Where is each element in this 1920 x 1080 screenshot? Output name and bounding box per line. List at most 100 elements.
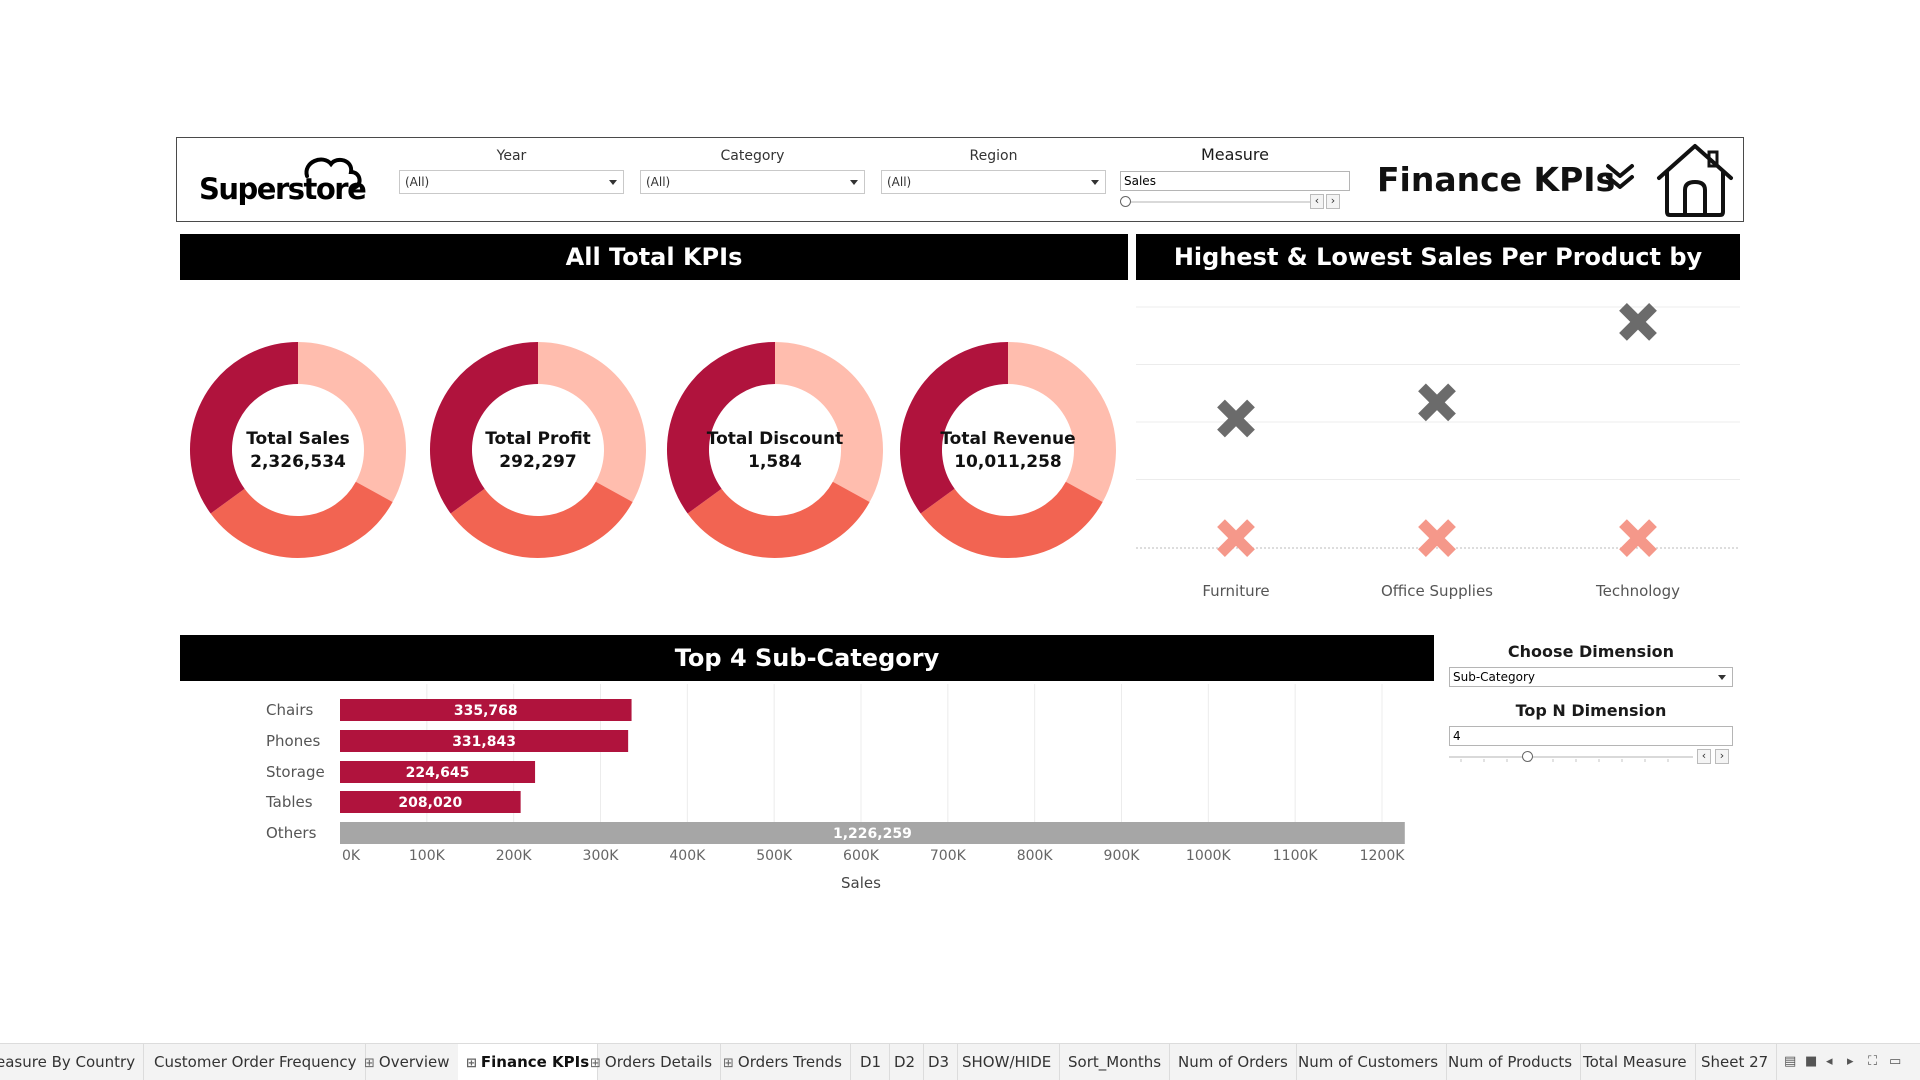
hilo-low-mark xyxy=(1217,519,1255,557)
top-n-next-button[interactable]: › xyxy=(1715,749,1729,764)
kpi-label: Total Sales xyxy=(246,429,350,449)
sheet-tab[interactable]: Num of Products xyxy=(1440,1044,1582,1080)
year-dropdown-value: (All) xyxy=(405,175,430,189)
measure-prev-button[interactable]: ‹ xyxy=(1310,194,1324,209)
sheet-tab[interactable]: SHOW/HIDE xyxy=(954,1044,1061,1080)
category-dropdown[interactable]: (All) xyxy=(640,170,865,194)
bar-value-label: 331,843 xyxy=(452,734,516,750)
presentation-icon[interactable]: ▭ xyxy=(1889,1054,1901,1069)
kpi-label: Total Discount xyxy=(706,429,844,449)
sheet-tab[interactable]: D2 xyxy=(886,1044,925,1080)
bar-category-label: Others xyxy=(266,824,317,842)
measure-parameter: Measure Sales ‹ › xyxy=(1120,144,1350,210)
region-filter[interactable]: Region (All) xyxy=(881,146,1106,194)
dashboard-grid-icon: ⊞ xyxy=(723,1056,734,1071)
fit-icon[interactable]: ⛶ xyxy=(1868,1054,1877,1069)
bar-value-label: 1,226,259 xyxy=(833,826,912,842)
next-icon[interactable]: ▸ xyxy=(1847,1054,1854,1069)
single-view-icon[interactable]: ■ xyxy=(1805,1054,1817,1069)
sheet-tab-label: D3 xyxy=(928,1053,950,1071)
x-tick-label: 700K xyxy=(930,848,967,864)
measure-input[interactable]: Sales xyxy=(1120,171,1350,191)
top4-bar-chart: 0K 100K 200K 300K 400K 500K 600K 700K 800K 900K 10… xyxy=(180,684,1434,904)
sheet-tab[interactable]: Num of Orders xyxy=(1170,1044,1297,1080)
sheet-tab[interactable]: Total Measure xyxy=(1575,1044,1696,1080)
sheet-tab[interactable]: ⊞ Orders Trends xyxy=(715,1044,851,1080)
dropdown-caret-icon xyxy=(609,180,617,185)
kpi-donut-4[interactable]: Total Revenue 10,011,258 xyxy=(898,340,1118,560)
sheet-tab[interactable]: D3 xyxy=(920,1044,959,1080)
choose-dimension-dropdown[interactable]: Sub-Category xyxy=(1449,667,1733,687)
sheet-tab[interactable]: Customer Order Frequency xyxy=(146,1044,366,1080)
sheet-tab[interactable]: Num of Customers xyxy=(1290,1044,1448,1080)
year-filter[interactable]: Year (All) xyxy=(399,146,624,194)
sheet-tab[interactable]: easure By Country xyxy=(0,1044,145,1080)
sheet-tab[interactable]: Sheet 27 xyxy=(1693,1044,1778,1080)
sheet-tab-label: Num of Orders xyxy=(1178,1053,1288,1071)
double-chevron-down-icon[interactable] xyxy=(1602,158,1638,194)
sheet-tab-label: easure By Country xyxy=(0,1053,136,1071)
sheet-tab-label: SHOW/HIDE xyxy=(962,1053,1052,1071)
x-tick-label: 300K xyxy=(583,848,620,864)
home-icon[interactable] xyxy=(1655,142,1735,218)
x-tick-label: 100K xyxy=(409,848,446,864)
hilo-category-label: Technology xyxy=(1595,582,1681,600)
top-n-input[interactable]: 4 xyxy=(1449,726,1733,746)
sheet-tab[interactable]: ⊞ Finance KPIs xyxy=(458,1044,599,1080)
dashboard-grid-icon: ⊞ xyxy=(590,1056,601,1071)
sheet-tab-label: Sheet 27 xyxy=(1701,1053,1769,1071)
measure-slider-track xyxy=(1126,201,1314,203)
year-dropdown[interactable]: (All) xyxy=(399,170,624,194)
sheet-tab[interactable]: D1 xyxy=(852,1044,891,1080)
kpis-section-title: All Total KPIs xyxy=(180,234,1128,280)
bar-category-label: Storage xyxy=(266,763,325,781)
bar-value-label: 335,768 xyxy=(454,703,518,719)
top-n-slider-ticks xyxy=(1460,759,1669,762)
kpi-donut-3[interactable]: Total Discount 1,584 xyxy=(665,340,885,560)
kpi-label: Total Revenue xyxy=(940,429,1076,449)
sheet-tab-label: Overview xyxy=(378,1053,450,1071)
sheet-tab[interactable]: Sort_Months xyxy=(1060,1044,1171,1080)
sheet-tab-label: Total Measure xyxy=(1583,1053,1687,1071)
x-tick-label: 1200K xyxy=(1360,848,1406,864)
dropdown-caret-icon xyxy=(1091,180,1099,185)
hilo-category-label: Furniture xyxy=(1202,582,1270,600)
dashboard-canvas: Superstore Year (All) Category (All) Reg… xyxy=(0,0,1920,1080)
x-tick-label: 500K xyxy=(756,848,793,864)
kpi-donut-2[interactable]: Total Profit 292,297 xyxy=(428,340,648,560)
measure-next-button[interactable]: › xyxy=(1326,194,1340,209)
sheet-tab[interactable]: ⊞ Orders Details xyxy=(582,1044,722,1080)
category-filter-label: Category xyxy=(720,148,785,164)
x-tick-label: 200K xyxy=(496,848,533,864)
measure-slider[interactable]: ‹ › xyxy=(1120,194,1350,210)
grid-view-icon[interactable]: ▤ xyxy=(1784,1054,1796,1069)
hilo-high-mark xyxy=(1418,383,1456,422)
x-axis-title: Sales xyxy=(841,874,881,892)
top-n-prev-button[interactable]: ‹ xyxy=(1697,749,1711,764)
choose-dimension-value: Sub-Category xyxy=(1453,670,1535,684)
hilo-chart-svg xyxy=(1136,303,1740,557)
top-n-slider[interactable]: ‹ › xyxy=(1449,749,1733,765)
kpi-donut-segment xyxy=(450,481,633,558)
sheet-tab-label: D1 xyxy=(860,1053,882,1071)
choose-dimension-label: Choose Dimension xyxy=(1507,642,1675,661)
bar-value-label: 224,645 xyxy=(406,765,470,781)
bar-category-label: Phones xyxy=(266,732,320,750)
sheet-tab-label: Num of Customers xyxy=(1298,1053,1439,1071)
sheet-tab-label: Num of Products xyxy=(1448,1053,1573,1071)
kpi-donut-segment xyxy=(210,481,393,558)
hilo-category-label: Office Supplies xyxy=(1380,582,1493,600)
kpi-donut-1[interactable]: Total Sales 2,326,534 xyxy=(188,340,408,560)
sheet-tab-label: Orders Trends xyxy=(737,1053,842,1071)
sheet-tab-label: Sort_Months xyxy=(1068,1053,1162,1071)
hilo-high-mark xyxy=(1619,303,1657,341)
prev-icon[interactable]: ◂ xyxy=(1826,1054,1833,1069)
measure-slider-knob[interactable] xyxy=(1120,196,1131,207)
kpi-value: 10,011,258 xyxy=(954,452,1062,472)
sheet-tab[interactable]: ⊞ Overview xyxy=(356,1044,459,1080)
category-filter[interactable]: Category (All) xyxy=(640,146,865,194)
measure-label: Measure xyxy=(1201,145,1269,164)
kpi-donut-text: Total Discount 1,584 xyxy=(665,428,885,474)
sheet-tab-label: Finance KPIs xyxy=(480,1053,590,1071)
region-dropdown[interactable]: (All) xyxy=(881,170,1106,194)
